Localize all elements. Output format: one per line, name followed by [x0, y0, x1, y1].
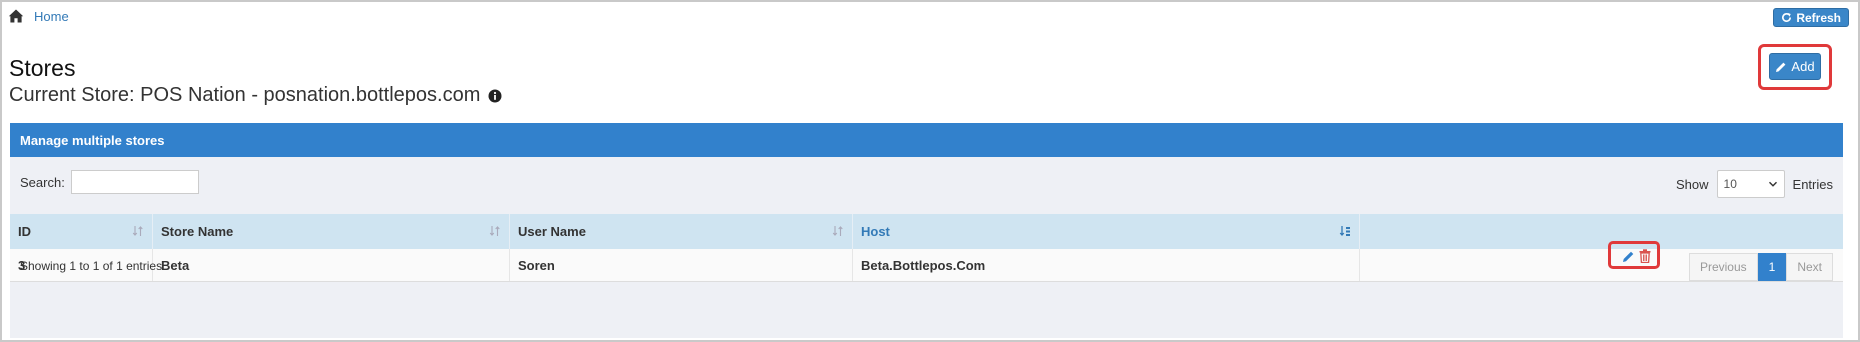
table-header: ID Store Name User Name Host: [10, 214, 1843, 249]
cell-user-name: Soren: [510, 249, 853, 281]
home-icon: [8, 9, 24, 23]
column-header-store-name[interactable]: Store Name: [153, 214, 510, 249]
edit-pencil-icon[interactable]: [1622, 250, 1635, 263]
search-label: Search:: [20, 174, 65, 190]
search-group: Search:: [20, 170, 199, 194]
panel-header: Manage multiple stores: [10, 123, 1843, 157]
sort-icon: [832, 226, 843, 236]
column-header-label: Host: [861, 224, 890, 239]
cell-host: Beta.Bottlepos.Com: [853, 249, 1360, 281]
panel-title: Manage multiple stores: [20, 132, 165, 148]
trash-icon[interactable]: [1639, 249, 1651, 263]
refresh-button[interactable]: Refresh: [1773, 8, 1849, 27]
page-1-button[interactable]: 1: [1757, 253, 1787, 281]
pagination: Previous 1 Next: [1688, 253, 1833, 281]
add-button-label: Add: [1791, 59, 1815, 74]
column-header-user-name[interactable]: User Name: [510, 214, 853, 249]
refresh-icon: [1782, 12, 1792, 23]
column-header-host[interactable]: Host: [853, 214, 1360, 249]
page-title: Stores: [9, 55, 76, 81]
show-label: Show: [1676, 176, 1709, 192]
entries-label: Entries: [1792, 176, 1833, 192]
table-info: Showing 1 to 1 of 1 entries: [20, 259, 163, 273]
column-header-label: Store Name: [161, 224, 234, 239]
breadcrumb: Home: [8, 8, 69, 24]
previous-button[interactable]: Previous: [1688, 253, 1758, 281]
refresh-button-label: Refresh: [1796, 10, 1841, 25]
search-input[interactable]: [70, 170, 199, 194]
sort-icon: [489, 226, 500, 236]
current-store-text: Current Store: POS Nation - posnation.bo…: [9, 84, 481, 106]
current-store-title: Current Store: POS Nation - posnation.bo…: [9, 84, 502, 107]
column-header-id[interactable]: ID: [10, 214, 153, 249]
breadcrumb-home-link[interactable]: Home: [34, 9, 69, 24]
cell-store-name: Beta: [153, 249, 510, 281]
add-button[interactable]: Add: [1769, 53, 1821, 80]
panel-body: Search: Show 10 Entries ID Store Name Us…: [10, 157, 1843, 338]
page-size-group: Show 10 Entries: [1676, 170, 1833, 198]
stores-table: ID Store Name User Name Host 3 Beta Sore…: [10, 214, 1843, 282]
column-header-label: ID: [18, 224, 31, 239]
next-button[interactable]: Next: [1786, 253, 1833, 281]
page-size-select[interactable]: 10: [1716, 170, 1785, 198]
pencil-icon: [1776, 62, 1786, 72]
column-header-label: User Name: [518, 224, 586, 239]
sort-active-icon: [1339, 226, 1350, 236]
table-row: 3 Beta Soren Beta.Bottlepos.Com: [10, 249, 1843, 282]
sort-icon: [132, 226, 143, 236]
chevron-down-icon: [1768, 181, 1777, 187]
column-header-actions: [1360, 214, 1843, 249]
page-size-value: 10: [1723, 177, 1737, 191]
info-icon[interactable]: [488, 89, 502, 103]
